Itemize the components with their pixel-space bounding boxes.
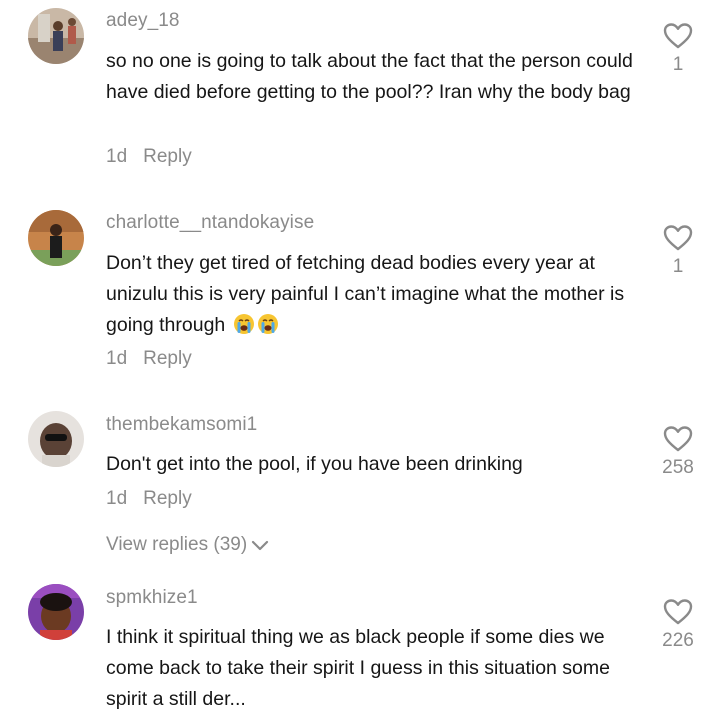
like-button[interactable]: 226 [648, 598, 708, 652]
heart-outline-icon [663, 599, 693, 625]
like-button[interactable]: 1 [648, 22, 708, 76]
comment-meta: 1d Reply [106, 348, 192, 370]
comment-username[interactable]: thembekamsomi1 [106, 414, 257, 436]
like-count: 258 [662, 457, 694, 478]
comment-text: I think it spiritual thing we as black p… [106, 626, 610, 710]
comment-text: Don’t they get tired of fetching dead bo… [106, 248, 641, 341]
reply-button[interactable]: Reply [143, 146, 192, 168]
avatar-image [28, 210, 84, 266]
comment-username[interactable]: adey_18 [106, 10, 180, 32]
comment-text-body: Don’t they get tired of fetching dead bo… [106, 252, 625, 336]
comment-time: 1d [106, 146, 128, 167]
comment-meta: 1d Reply [106, 146, 192, 168]
heart-outline-icon [663, 23, 693, 49]
avatar-image [28, 584, 84, 640]
view-replies-label: View replies (39) [106, 534, 248, 555]
chevron-down-icon [252, 540, 269, 551]
view-replies-button[interactable]: View replies (39) [106, 534, 269, 556]
reply-button[interactable]: Reply [143, 348, 192, 370]
comment-time: 1d [106, 348, 128, 369]
heart-outline-icon [663, 426, 693, 452]
avatar-image [28, 411, 84, 467]
like-button[interactable]: 258 [648, 425, 708, 479]
comment-text: Don't get into the pool, if you have bee… [106, 453, 523, 475]
comment-username[interactable]: spmkhize1 [106, 587, 198, 609]
avatar-image [28, 8, 84, 64]
crying-face-emoji-icon [257, 314, 278, 334]
like-count: 1 [672, 54, 684, 75]
avatar[interactable] [28, 210, 84, 266]
crying-face-emoji-icon [233, 314, 254, 334]
avatar[interactable] [28, 584, 84, 640]
comment-text: so no one is going to talk about the fac… [106, 50, 633, 103]
comment-time: 1d [106, 488, 128, 509]
comment-username[interactable]: charlotte__ntandokayise [106, 212, 314, 234]
reply-button[interactable]: Reply [143, 488, 192, 510]
like-button[interactable]: 1 [648, 224, 708, 278]
comment-meta: 1d Reply [106, 488, 192, 510]
heart-outline-icon [663, 225, 693, 251]
like-count: 226 [662, 630, 694, 651]
like-count: 1 [672, 256, 684, 277]
avatar[interactable] [28, 411, 84, 467]
avatar[interactable] [28, 8, 84, 64]
